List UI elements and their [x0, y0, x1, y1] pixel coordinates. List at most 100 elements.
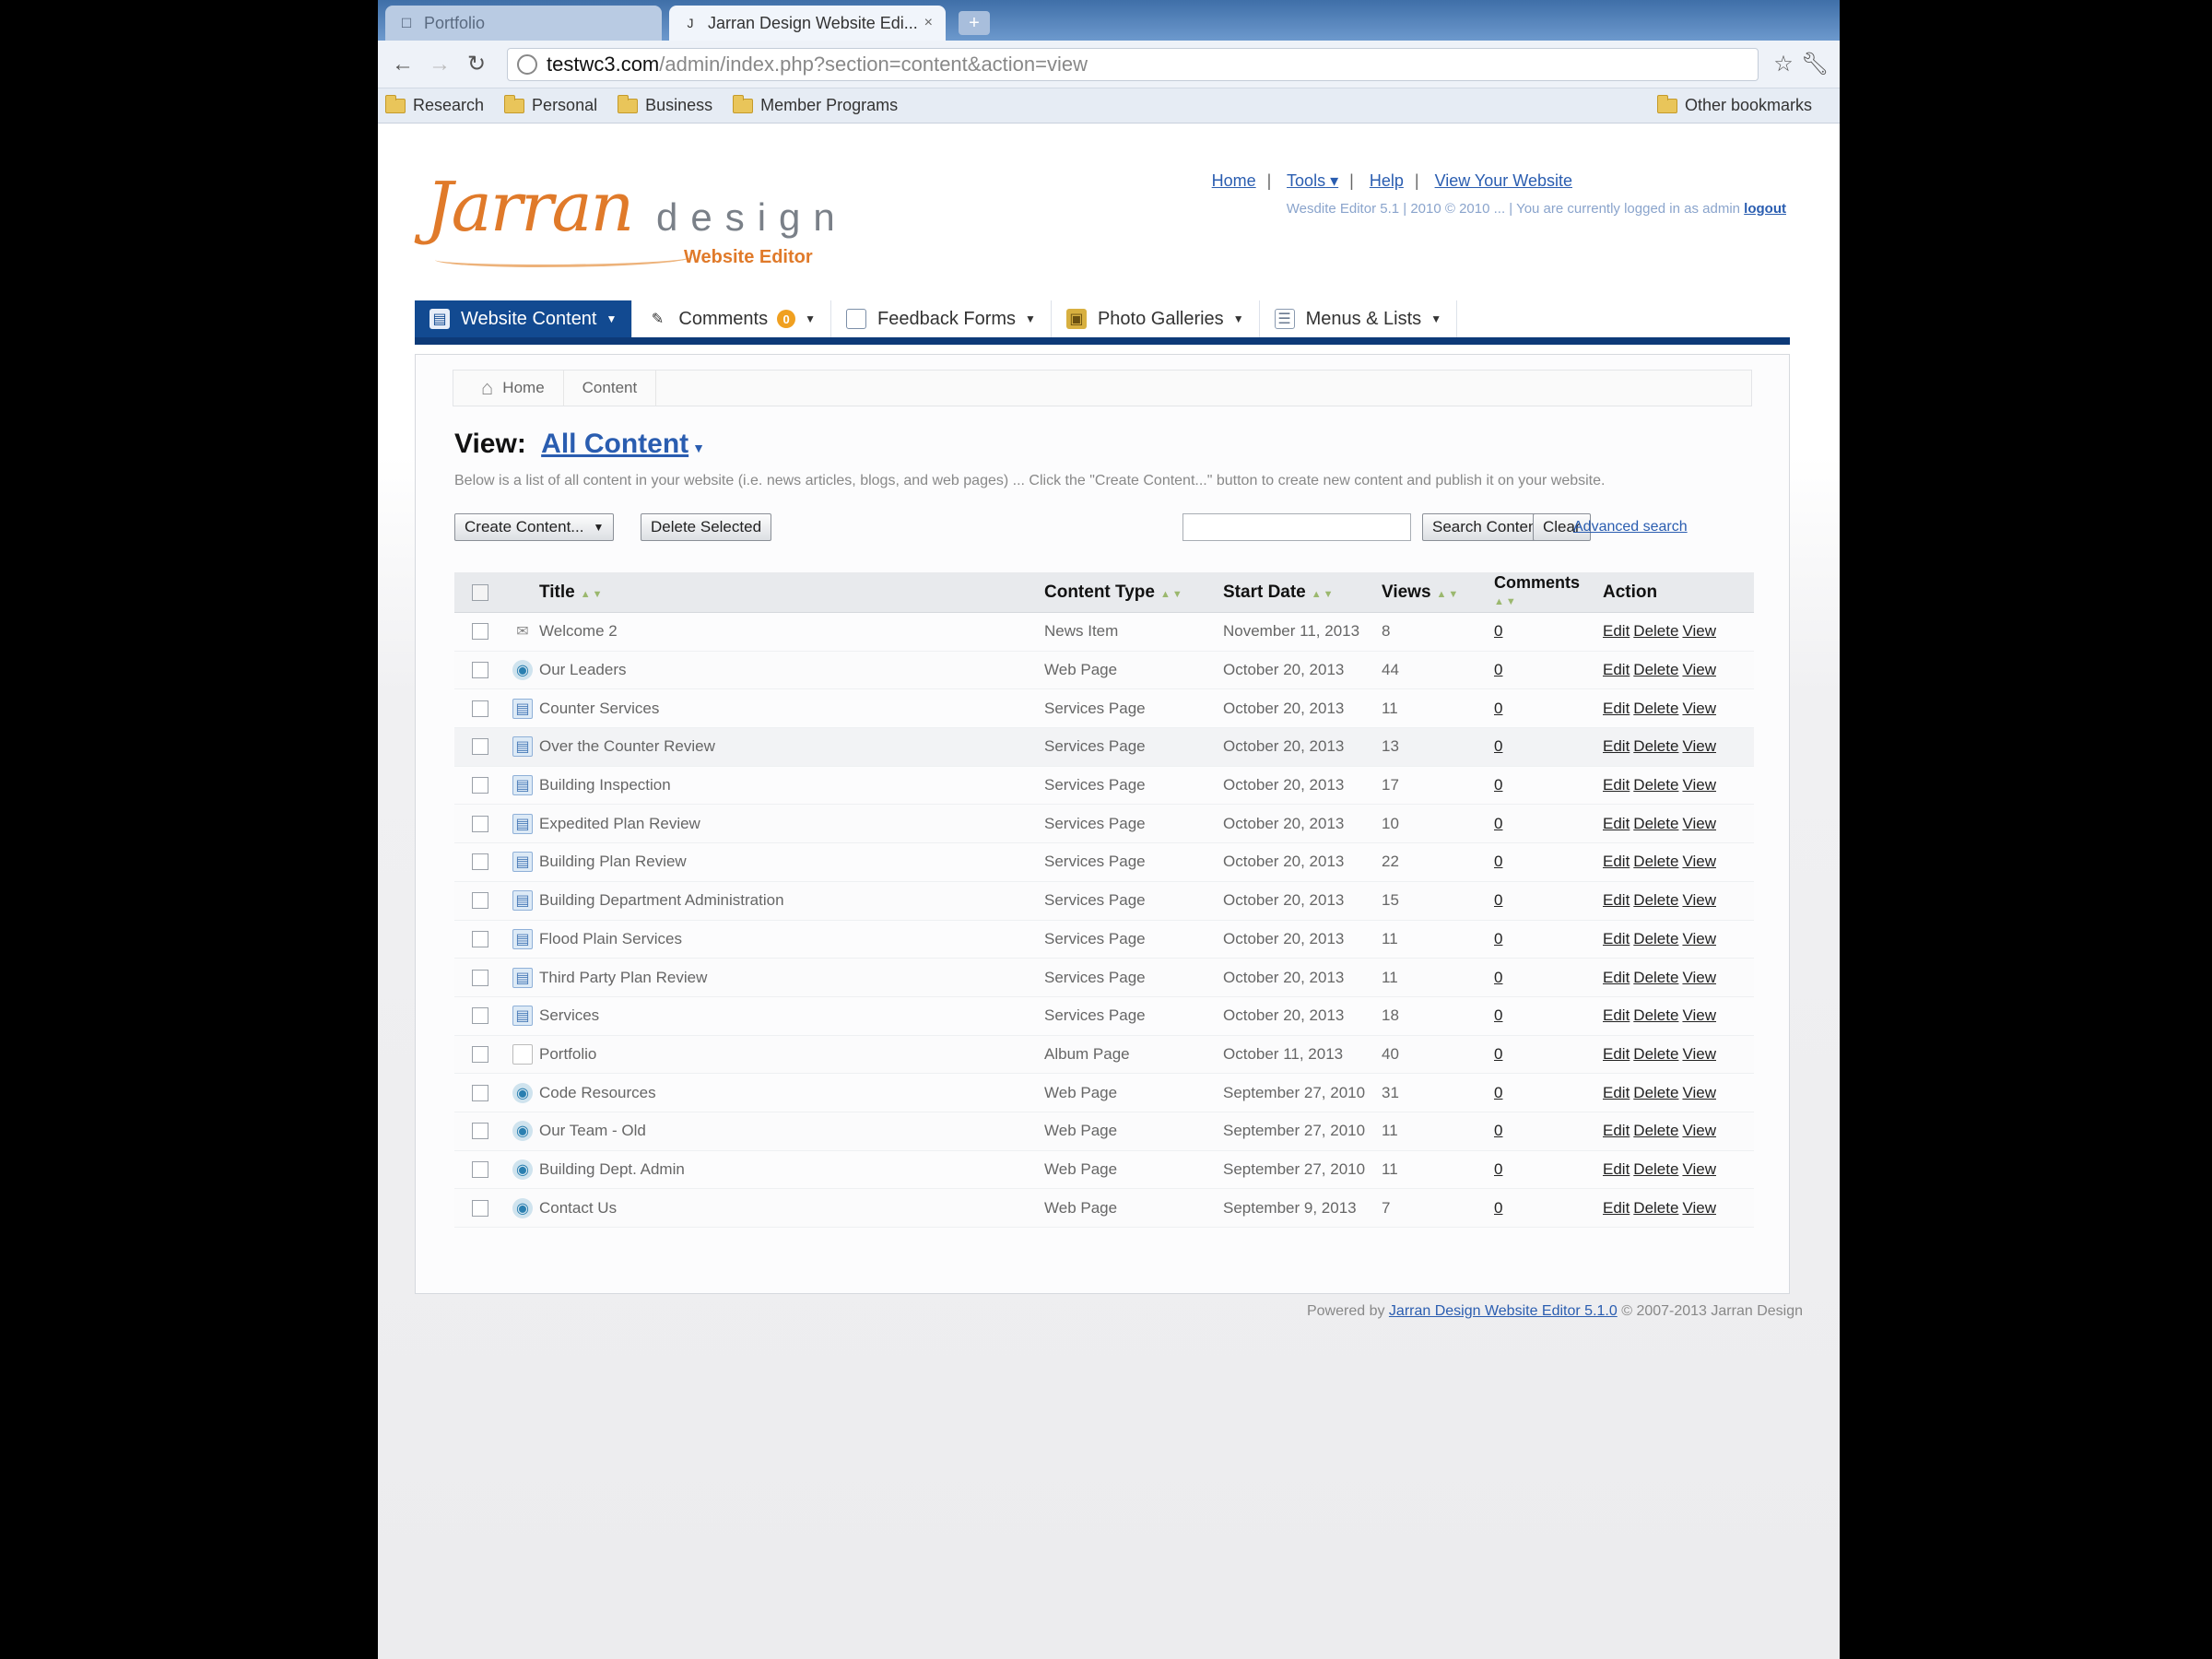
back-button[interactable]: ←: [387, 49, 418, 80]
edit-link[interactable]: Edit: [1603, 1006, 1630, 1024]
sort-icon[interactable]: ▲▼: [1312, 589, 1335, 600]
view-link[interactable]: View: [1682, 930, 1716, 947]
row-checkbox[interactable]: [472, 892, 488, 910]
bookmark-member-programs[interactable]: Member Programs: [733, 94, 898, 115]
address-bar[interactable]: testwc3.com/admin/index.php?section=cont…: [507, 47, 1759, 81]
row-checkbox[interactable]: [472, 700, 488, 717]
sort-icon[interactable]: ▲▼: [581, 589, 605, 600]
bookmark-personal[interactable]: Personal: [504, 94, 597, 115]
bookmark-business[interactable]: Business: [618, 94, 712, 115]
view-link[interactable]: View: [1682, 776, 1716, 794]
delete-link[interactable]: Delete: [1633, 1006, 1678, 1024]
view-link[interactable]: View: [1682, 853, 1716, 870]
delete-link[interactable]: Delete: [1633, 661, 1678, 678]
delete-link[interactable]: Delete: [1633, 776, 1678, 794]
advanced-search-link[interactable]: Advanced search: [1573, 519, 1688, 535]
row-checkbox[interactable]: [472, 1007, 488, 1025]
menu-photo-galleries[interactable]: ▣ Photo Galleries ▼: [1051, 300, 1260, 337]
row-checkbox[interactable]: [472, 1084, 488, 1101]
view-link[interactable]: View: [1682, 622, 1716, 640]
bookmark-other[interactable]: Other bookmarks: [1656, 94, 1812, 115]
header-start-date[interactable]: Start Date ▲▼: [1223, 582, 1382, 603]
home-link[interactable]: Home: [1212, 171, 1256, 190]
close-icon[interactable]: ×: [924, 15, 933, 31]
row-checkbox[interactable]: [472, 1045, 488, 1063]
menu-menus-lists[interactable]: ☰ Menus & Lists ▼: [1259, 300, 1458, 337]
breadcrumb-content[interactable]: Content: [564, 371, 657, 406]
row-checkbox[interactable]: [472, 623, 488, 641]
sort-icon[interactable]: ▲▼: [1494, 596, 1518, 607]
edit-link[interactable]: Edit: [1603, 891, 1630, 909]
footer-editor-link[interactable]: Jarran Design Website Editor 5.1.0: [1389, 1303, 1618, 1319]
header-comments[interactable]: Comments ▲▼: [1494, 574, 1603, 610]
row-comments-link[interactable]: 0: [1494, 891, 1603, 910]
delete-link[interactable]: Delete: [1633, 1045, 1678, 1063]
jarran-design-logo[interactable]: Jarran design Website Editor: [426, 168, 850, 278]
wrench-icon[interactable]: 🔧︎: [1799, 49, 1830, 80]
row-comments-link[interactable]: 0: [1494, 1160, 1603, 1179]
edit-link[interactable]: Edit: [1603, 930, 1630, 947]
chevron-down-icon[interactable]: ▼: [692, 441, 705, 455]
row-checkbox[interactable]: [472, 1199, 488, 1217]
select-all-checkbox[interactable]: [472, 583, 488, 601]
row-checkbox[interactable]: [472, 815, 488, 832]
row-comments-link[interactable]: 0: [1494, 737, 1603, 756]
view-link[interactable]: View: [1682, 700, 1716, 717]
create-content-button[interactable]: Create Content... ▼: [454, 513, 615, 541]
menu-website-content[interactable]: ▤ Website Content ▼: [415, 300, 633, 337]
delete-link[interactable]: Delete: [1633, 1084, 1678, 1101]
row-comments-link[interactable]: 0: [1494, 815, 1603, 833]
menu-comments[interactable]: ✎ Comments 0 ▼: [632, 300, 831, 337]
delete-link[interactable]: Delete: [1633, 622, 1678, 640]
edit-link[interactable]: Edit: [1603, 853, 1630, 870]
row-comments-link[interactable]: 0: [1494, 1006, 1603, 1025]
view-link[interactable]: View: [1682, 1199, 1716, 1217]
delete-link[interactable]: Delete: [1633, 815, 1678, 832]
edit-link[interactable]: Edit: [1603, 776, 1630, 794]
view-link[interactable]: View: [1682, 661, 1716, 678]
delete-link[interactable]: Delete: [1633, 1160, 1678, 1178]
edit-link[interactable]: Edit: [1603, 700, 1630, 717]
row-checkbox[interactable]: [472, 777, 488, 794]
tools-link[interactable]: Tools ▾: [1287, 171, 1338, 190]
breadcrumb-home[interactable]: ⌂ Home: [463, 371, 564, 406]
delete-link[interactable]: Delete: [1633, 930, 1678, 947]
row-comments-link[interactable]: 0: [1494, 969, 1603, 987]
edit-link[interactable]: Edit: [1603, 815, 1630, 832]
row-checkbox[interactable]: [472, 738, 488, 756]
view-website-link[interactable]: View Your Website: [1435, 171, 1572, 190]
edit-link[interactable]: Edit: [1603, 1199, 1630, 1217]
forward-button[interactable]: →: [424, 49, 455, 80]
view-link[interactable]: View: [1682, 1160, 1716, 1178]
edit-link[interactable]: Edit: [1603, 1084, 1630, 1101]
edit-link[interactable]: Edit: [1603, 622, 1630, 640]
tab-website-editor[interactable]: J Jarran Design Website Edi... ×: [669, 6, 946, 41]
star-icon[interactable]: ☆: [1768, 49, 1799, 80]
edit-link[interactable]: Edit: [1603, 661, 1630, 678]
delete-link[interactable]: Delete: [1633, 1199, 1678, 1217]
row-checkbox[interactable]: [472, 853, 488, 871]
view-link[interactable]: View: [1682, 891, 1716, 909]
header-title[interactable]: Title ▲▼: [539, 582, 1044, 603]
view-link[interactable]: View: [1682, 1084, 1716, 1101]
sort-icon[interactable]: ▲▼: [1437, 589, 1461, 600]
row-comments-link[interactable]: 0: [1494, 1122, 1603, 1140]
row-comments-link[interactable]: 0: [1494, 1084, 1603, 1102]
help-link[interactable]: Help: [1370, 171, 1404, 190]
delete-link[interactable]: Delete: [1633, 737, 1678, 755]
view-link[interactable]: View: [1682, 1006, 1716, 1024]
delete-selected-button[interactable]: Delete Selected: [641, 513, 772, 541]
row-comments-link[interactable]: 0: [1494, 776, 1603, 794]
row-comments-link[interactable]: 0: [1494, 622, 1603, 641]
delete-link[interactable]: Delete: [1633, 700, 1678, 717]
delete-link[interactable]: Delete: [1633, 1122, 1678, 1139]
bookmark-research[interactable]: Research: [385, 94, 484, 115]
row-checkbox[interactable]: [472, 1160, 488, 1178]
view-link[interactable]: View: [1682, 969, 1716, 986]
row-comments-link[interactable]: 0: [1494, 661, 1603, 679]
menu-feedback-forms[interactable]: Feedback Forms ▼: [830, 300, 1052, 337]
delete-link[interactable]: Delete: [1633, 853, 1678, 870]
edit-link[interactable]: Edit: [1603, 969, 1630, 986]
row-comments-link[interactable]: 0: [1494, 853, 1603, 871]
delete-link[interactable]: Delete: [1633, 969, 1678, 986]
